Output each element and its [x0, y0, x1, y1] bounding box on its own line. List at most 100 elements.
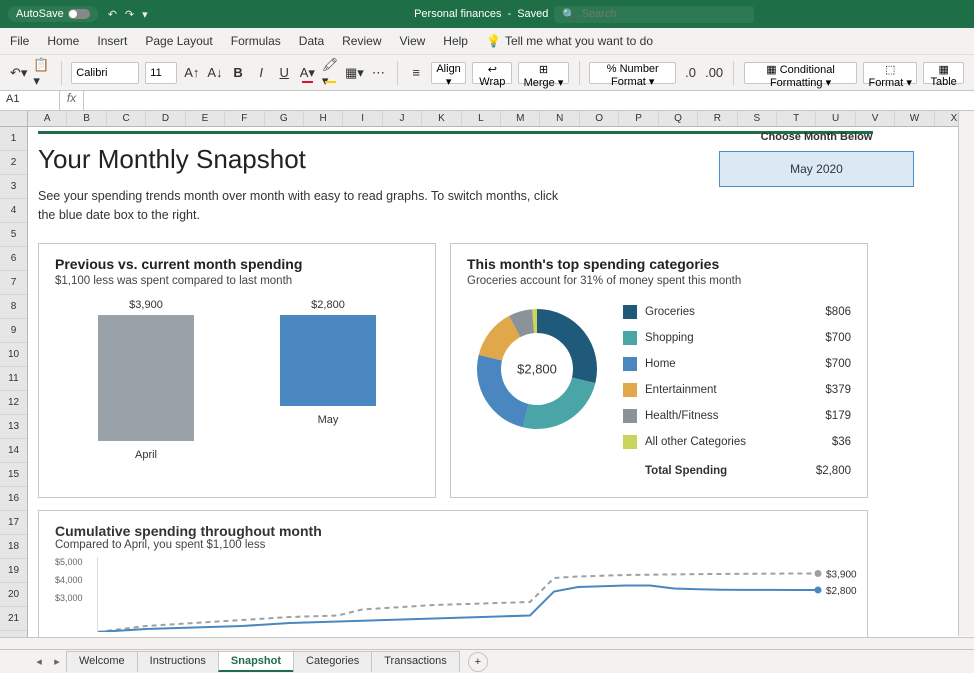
row-header[interactable]: 4: [0, 199, 27, 223]
merge-button[interactable]: ⊞ Merge ▾: [518, 62, 568, 84]
col-header[interactable]: U: [816, 111, 855, 126]
row-header[interactable]: 12: [0, 391, 27, 415]
col-header[interactable]: W: [895, 111, 934, 126]
borders-button[interactable]: ▦▾: [345, 62, 364, 84]
row-header[interactable]: 14: [0, 439, 27, 463]
menu-file[interactable]: File: [10, 34, 29, 48]
col-header[interactable]: M: [501, 111, 540, 126]
align-icon[interactable]: ≡: [408, 62, 425, 84]
row-header[interactable]: 6: [0, 247, 27, 271]
row-header[interactable]: 7: [0, 271, 27, 295]
row-header[interactable]: 2: [0, 151, 27, 175]
sheet-tab[interactable]: Categories: [293, 651, 371, 672]
decrease-decimal-icon[interactable]: .0: [682, 62, 699, 84]
col-header[interactable]: Q: [659, 111, 698, 126]
col-header[interactable]: E: [186, 111, 225, 126]
row-header[interactable]: 21: [0, 607, 27, 631]
search-box[interactable]: 🔍: [554, 6, 754, 23]
row-header[interactable]: 17: [0, 511, 27, 535]
row-header[interactable]: 5: [0, 223, 27, 247]
col-header[interactable]: J: [383, 111, 422, 126]
horizontal-scrollbar[interactable]: [0, 637, 974, 649]
fx-icon[interactable]: fx: [60, 91, 84, 110]
row-header[interactable]: 18: [0, 535, 27, 559]
month-selector[interactable]: May 2020: [719, 151, 914, 187]
font-grow-icon[interactable]: A↑: [183, 62, 200, 84]
sheet-tab[interactable]: Transactions: [371, 651, 460, 672]
undo-button[interactable]: ↶▾: [10, 62, 27, 84]
col-header[interactable]: I: [343, 111, 382, 126]
legend-swatch: [623, 409, 637, 423]
underline-button[interactable]: U: [276, 62, 293, 84]
sheet-tab[interactable]: Welcome: [66, 651, 137, 672]
col-header[interactable]: L: [462, 111, 501, 126]
col-header[interactable]: P: [619, 111, 658, 126]
font-shrink-icon[interactable]: A↓: [206, 62, 223, 84]
row-header[interactable]: 8: [0, 295, 27, 319]
font-name-select[interactable]: [71, 62, 139, 84]
select-all-corner[interactable]: [0, 111, 28, 126]
undo-icon[interactable]: ↶: [108, 8, 117, 21]
font-size-select[interactable]: [145, 62, 177, 84]
menu-formulas[interactable]: Formulas: [231, 34, 281, 48]
col-header[interactable]: V: [856, 111, 895, 126]
font-color-button[interactable]: A▾: [299, 62, 316, 84]
bold-button[interactable]: B: [229, 62, 246, 84]
fill-color-button[interactable]: 🖍▾: [322, 62, 339, 84]
col-header[interactable]: R: [698, 111, 737, 126]
redo-icon[interactable]: ↷: [125, 8, 134, 21]
formula-input[interactable]: [84, 91, 974, 110]
menu-review[interactable]: Review: [342, 34, 381, 48]
col-header[interactable]: D: [146, 111, 185, 126]
vertical-scrollbar[interactable]: [958, 111, 974, 636]
name-box[interactable]: A1: [0, 91, 60, 110]
qat-dropdown-icon[interactable]: ▾: [142, 8, 148, 21]
row-header[interactable]: 19: [0, 559, 27, 583]
col-header[interactable]: O: [580, 111, 619, 126]
format-button[interactable]: ⬚ Format ▾: [863, 62, 917, 84]
col-header[interactable]: G: [265, 111, 304, 126]
row-header[interactable]: 13: [0, 415, 27, 439]
col-header[interactable]: B: [67, 111, 106, 126]
menu-data[interactable]: Data: [299, 34, 324, 48]
wrap-button[interactable]: ↩ Wrap: [472, 62, 512, 84]
col-header[interactable]: S: [738, 111, 777, 126]
clipboard-button[interactable]: 📋▾: [33, 62, 50, 84]
menu-home[interactable]: Home: [47, 34, 79, 48]
tell-me[interactable]: 💡Tell me what you want to do: [486, 34, 653, 48]
row-header[interactable]: 15: [0, 463, 27, 487]
col-header[interactable]: K: [422, 111, 461, 126]
menu-help[interactable]: Help: [443, 34, 468, 48]
number-format-dropdown[interactable]: % Number Format ▾: [589, 62, 676, 84]
tab-nav-next-icon[interactable]: ▸: [48, 655, 66, 668]
more-font-icon[interactable]: ⋯: [370, 62, 387, 84]
row-header[interactable]: 16: [0, 487, 27, 511]
col-header[interactable]: H: [304, 111, 343, 126]
sheet-tab[interactable]: Instructions: [137, 651, 218, 672]
menu-page-layout[interactable]: Page Layout: [145, 34, 212, 48]
row-header[interactable]: 1: [0, 127, 27, 151]
row-header[interactable]: 9: [0, 319, 27, 343]
add-sheet-button[interactable]: +: [468, 652, 488, 672]
table-button[interactable]: ▦ Table: [923, 62, 964, 84]
row-header[interactable]: 11: [0, 367, 27, 391]
conditional-formatting-button[interactable]: ▦ Conditional Formatting ▾: [744, 62, 857, 84]
sheet-canvas[interactable]: Your Monthly Snapshot See your spending …: [28, 127, 974, 637]
tab-nav-prev-icon[interactable]: ◂: [30, 655, 48, 668]
col-header[interactable]: N: [540, 111, 579, 126]
row-header[interactable]: 20: [0, 583, 27, 607]
col-header[interactable]: A: [28, 111, 67, 126]
menu-insert[interactable]: Insert: [97, 34, 127, 48]
row-header[interactable]: 3: [0, 175, 27, 199]
search-input[interactable]: [582, 8, 746, 20]
align-dropdown[interactable]: Align ▾: [431, 62, 467, 84]
increase-decimal-icon[interactable]: .00: [705, 62, 723, 84]
autosave-toggle[interactable]: AutoSave: [8, 6, 98, 22]
col-header[interactable]: T: [777, 111, 816, 126]
sheet-tab[interactable]: Snapshot: [218, 651, 293, 672]
row-header[interactable]: 10: [0, 343, 27, 367]
menu-view[interactable]: View: [400, 34, 426, 48]
col-header[interactable]: F: [225, 111, 264, 126]
italic-button[interactable]: I: [253, 62, 270, 84]
col-header[interactable]: C: [107, 111, 146, 126]
